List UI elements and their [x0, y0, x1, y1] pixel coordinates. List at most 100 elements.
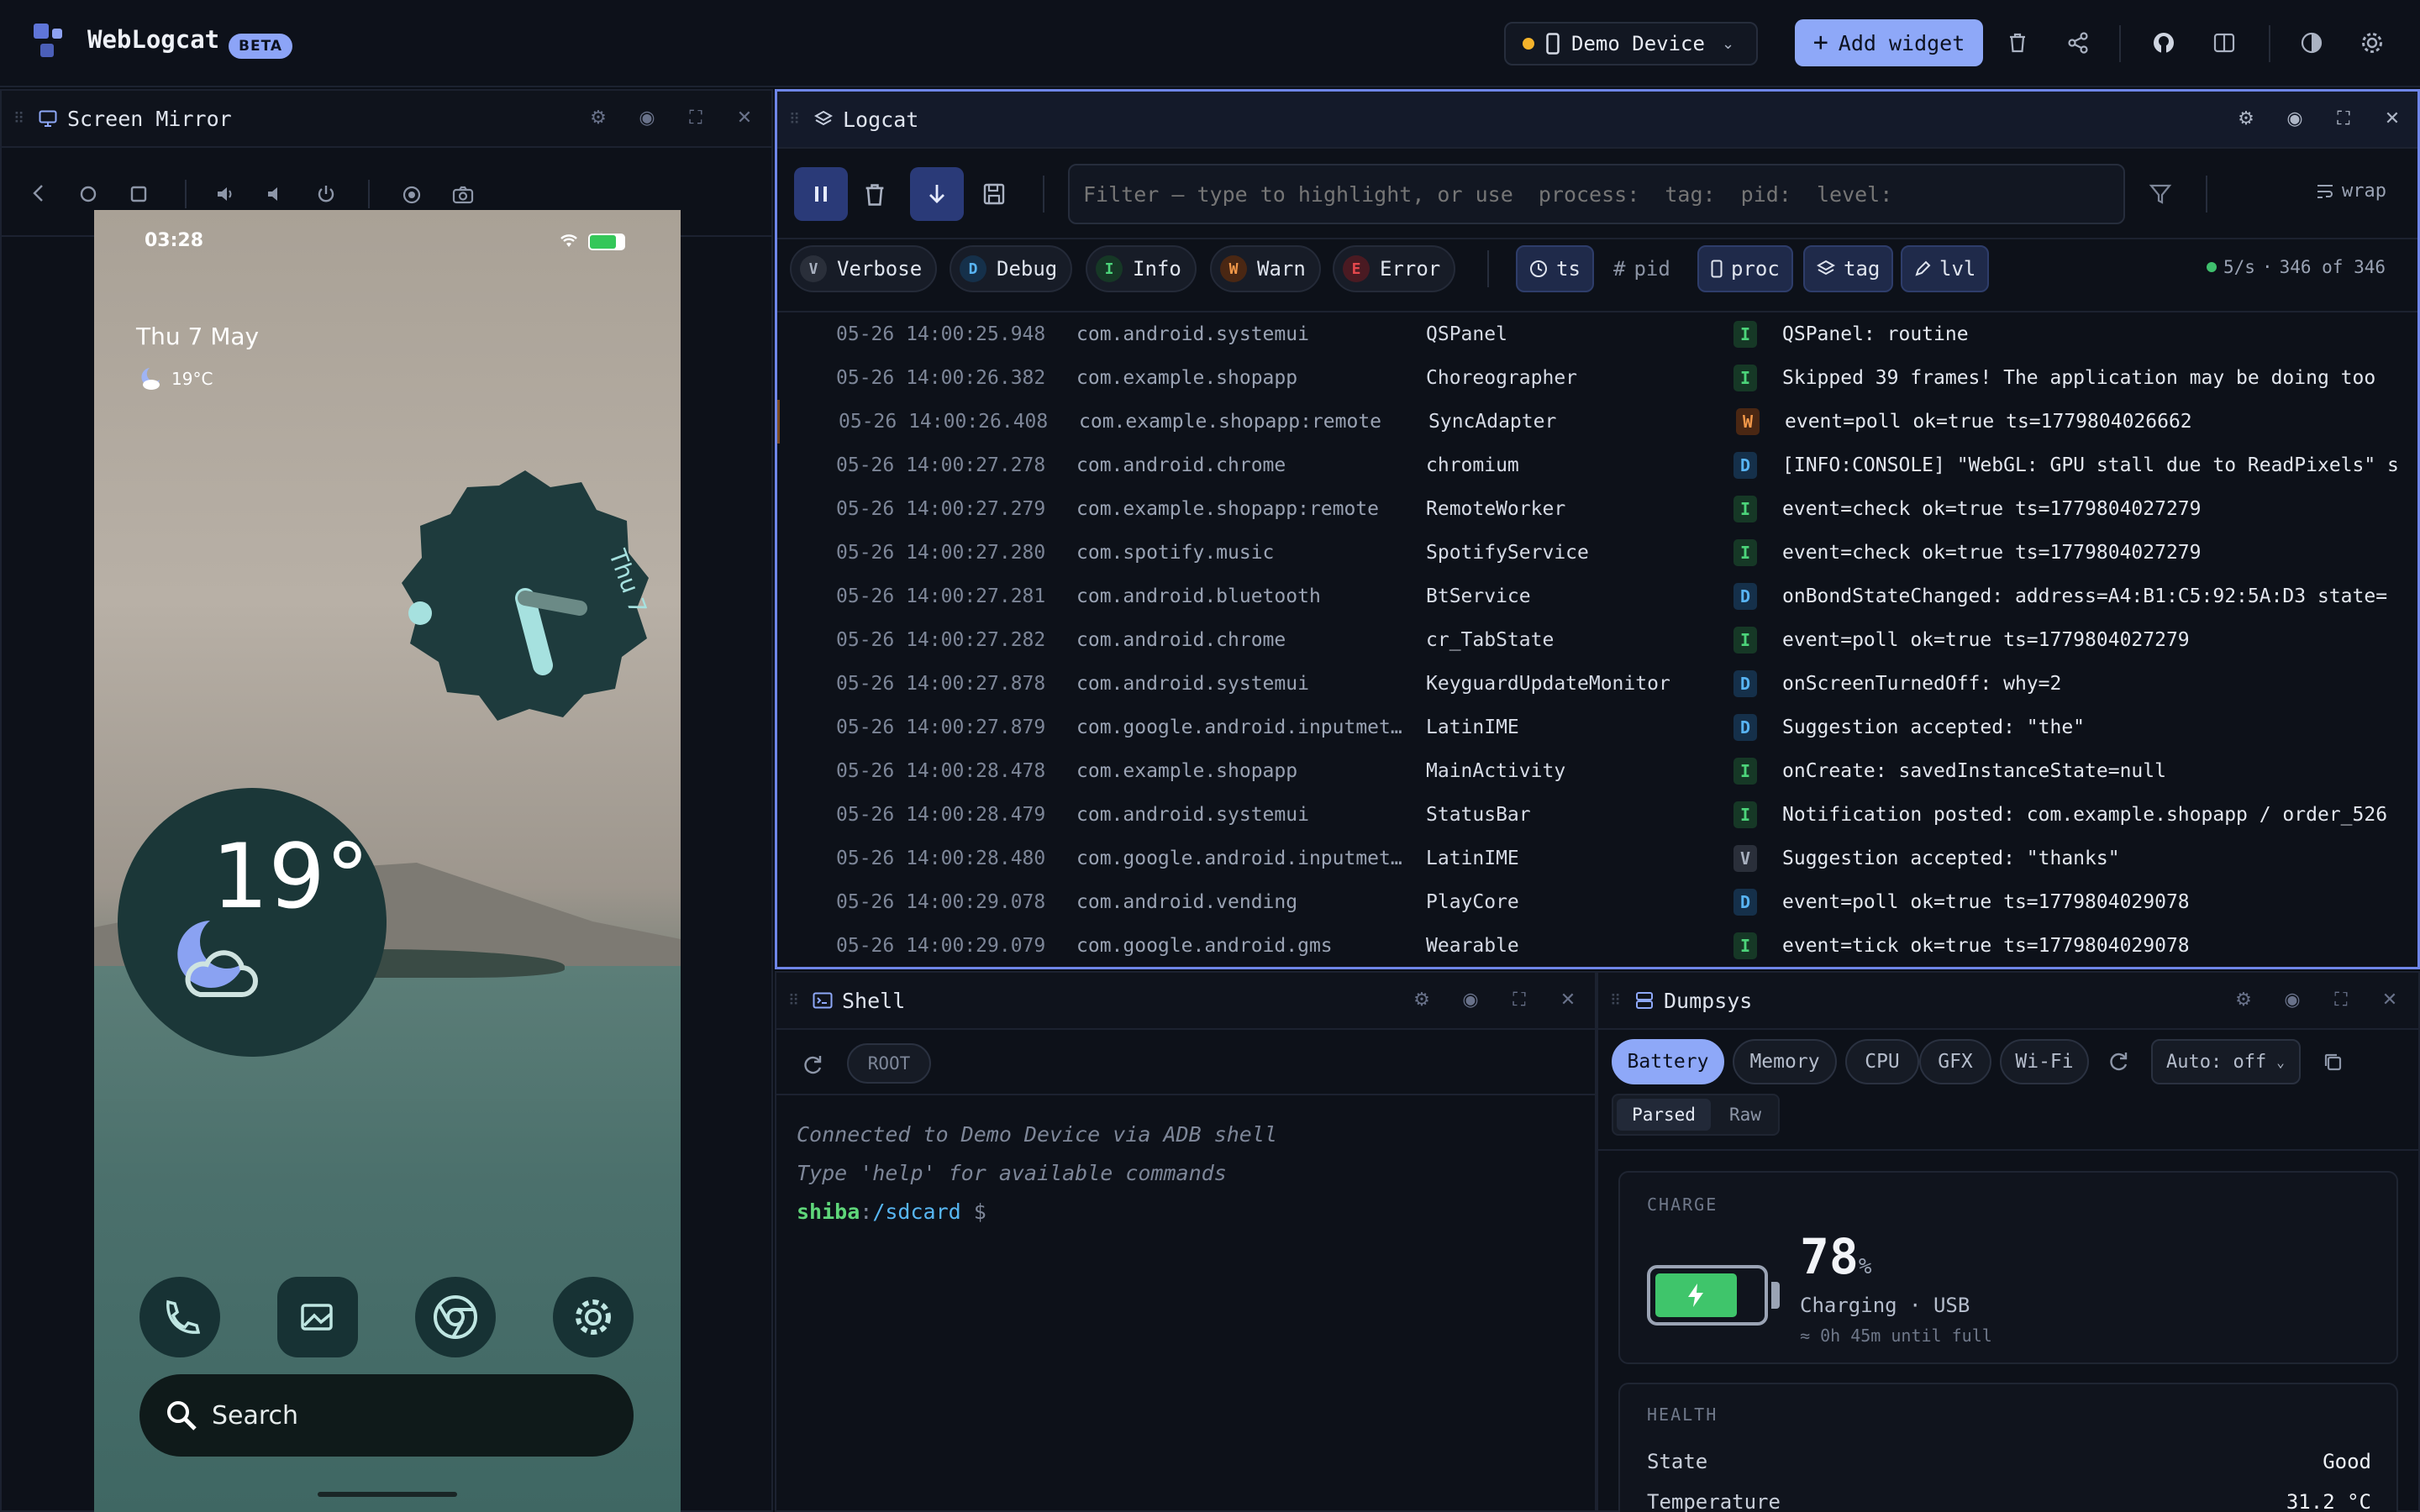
- wrap-button[interactable]: wrap: [2315, 181, 2386, 202]
- level-chip-debug[interactable]: D Debug: [950, 245, 1073, 292]
- search-bar[interactable]: Search: [139, 1374, 634, 1457]
- gear-icon[interactable]: ⚙: [2236, 108, 2256, 129]
- pause-button[interactable]: [794, 167, 848, 221]
- recents-icon[interactable]: [129, 185, 148, 203]
- log-row[interactable]: 05-26 14:00:26.382 com.example.shopapp Cho…: [777, 356, 2417, 400]
- log-row[interactable]: 05-26 14:00:29.079 com.google.android.gms…: [777, 924, 2417, 966]
- log-message: event=poll ok=true ts=1779804027279: [1782, 629, 2190, 651]
- log-process: com.google.android.gms: [1076, 935, 1333, 957]
- device-selector[interactable]: Demo Device ⌄: [1504, 22, 1758, 66]
- log-row[interactable]: 05-26 14:00:28.479 com.android.systemui St…: [777, 793, 2417, 837]
- volume-down-icon[interactable]: [266, 185, 284, 203]
- log-process: com.android.vending: [1076, 891, 1298, 913]
- log-row[interactable]: 05-26 14:00:29.078 com.android.vending Pla…: [777, 880, 2417, 924]
- eye-icon[interactable]: ◉: [1460, 990, 1481, 1011]
- github-icon[interactable]: [2151, 30, 2176, 55]
- dumpsys-tab-battery[interactable]: Battery: [1612, 1039, 1724, 1084]
- level-chip-verbose[interactable]: V Verbose: [790, 245, 938, 292]
- column-toggle-tag[interactable]: tag: [1803, 245, 1894, 292]
- drag-handle-icon[interactable]: ⠿: [13, 110, 29, 128]
- split-view-icon[interactable]: [2212, 30, 2237, 55]
- filter-icon[interactable]: [2149, 182, 2172, 206]
- log-list[interactable]: 05-26 14:00:25.948 com.android.systemui QS…: [777, 311, 2417, 966]
- refresh-icon[interactable]: [802, 1053, 823, 1075]
- maximize-icon[interactable]: ⛶: [1509, 990, 1529, 1011]
- trash-icon[interactable]: [2005, 30, 2030, 55]
- log-row[interactable]: 05-26 14:00:25.948 com.android.systemui QS…: [777, 312, 2417, 356]
- divider: [1598, 1149, 2418, 1151]
- close-icon[interactable]: ✕: [734, 108, 755, 129]
- log-row[interactable]: 05-26 14:00:27.879 com.google.android.inp…: [777, 706, 2417, 749]
- maximize-icon[interactable]: ⛶: [2333, 108, 2354, 129]
- eye-icon[interactable]: ◉: [637, 108, 657, 129]
- auto-refresh-select[interactable]: Auto: off ⌄: [2151, 1039, 2301, 1084]
- record-icon[interactable]: [402, 185, 422, 205]
- power-icon[interactable]: [316, 183, 336, 205]
- log-message: [INFO:CONSOLE] "WebGL: GPU stall due to …: [1782, 454, 2399, 476]
- column-toggle-lvl[interactable]: lvl: [1901, 245, 1990, 292]
- close-icon[interactable]: ✕: [2380, 990, 2400, 1011]
- eye-icon[interactable]: ◉: [2282, 990, 2302, 1011]
- copy-icon[interactable]: [2323, 1052, 2343, 1072]
- refresh-icon[interactable]: [2107, 1050, 2129, 1072]
- weather-small: 19°C: [136, 365, 213, 393]
- log-tag: MainActivity: [1426, 760, 1566, 782]
- add-widget-button[interactable]: + Add widget: [1795, 19, 1983, 66]
- level-chip-error[interactable]: E Error: [1333, 245, 1456, 292]
- filter-input[interactable]: [1068, 164, 2125, 224]
- drag-handle-icon[interactable]: ⠿: [788, 992, 803, 1010]
- clear-trash-icon[interactable]: [863, 182, 886, 207]
- save-icon[interactable]: [982, 182, 1006, 206]
- share-icon[interactable]: [2065, 30, 2091, 55]
- home-icon[interactable]: [79, 185, 97, 203]
- chevron-down-icon: ⌄: [2276, 1053, 2285, 1070]
- volume-up-icon[interactable]: [215, 185, 235, 203]
- theme-toggle-icon[interactable]: [2299, 30, 2324, 55]
- log-tag: KeyguardUpdateMonitor: [1426, 673, 1670, 695]
- gear-icon[interactable]: ⚙: [1412, 990, 1432, 1011]
- gear-icon[interactable]: ⚙: [2233, 990, 2254, 1011]
- level-chip-info[interactable]: I Info: [1086, 245, 1197, 292]
- phone-app-icon[interactable]: [139, 1277, 220, 1357]
- eye-icon[interactable]: ◉: [2285, 108, 2305, 129]
- log-row[interactable]: 05-26 14:00:27.278 com.android.chrome chro…: [777, 444, 2417, 487]
- dumpsys-tab-memory[interactable]: Memory: [1733, 1039, 1837, 1084]
- level-chip-warn[interactable]: W Warn: [1210, 245, 1321, 292]
- dumpsys-tab-gfx[interactable]: GFX: [1919, 1039, 1991, 1084]
- server-icon: [1634, 990, 1655, 1011]
- camera-icon[interactable]: [452, 185, 474, 205]
- dumpsys-tab-wifi[interactable]: Wi-Fi: [2000, 1039, 2089, 1084]
- settings-app-icon[interactable]: [553, 1277, 634, 1357]
- gear-icon[interactable]: ⚙: [588, 108, 608, 129]
- clock-widget[interactable]: Thu 7: [395, 464, 655, 724]
- close-icon[interactable]: ✕: [1558, 990, 1578, 1011]
- column-toggle-ts[interactable]: ts: [1516, 245, 1594, 292]
- view-parsed[interactable]: Parsed: [1617, 1099, 1711, 1131]
- log-row[interactable]: 05-26 14:00:27.282 com.android.chrome cr_T…: [777, 618, 2417, 662]
- drag-handle-icon[interactable]: ⠿: [789, 111, 804, 129]
- column-toggle-pid[interactable]: # pid: [1602, 245, 1682, 292]
- chrome-app-icon[interactable]: [415, 1277, 496, 1357]
- autoscroll-button[interactable]: [910, 167, 964, 221]
- gear-icon[interactable]: [2360, 30, 2385, 55]
- root-toggle[interactable]: ROOT: [847, 1043, 931, 1084]
- log-row[interactable]: 05-26 14:00:28.480 com.google.android.inp…: [777, 837, 2417, 880]
- back-icon[interactable]: [30, 183, 47, 203]
- device-screen[interactable]: 03:28 Thu 7 May 19°C Thu 7 19° Search: [94, 210, 681, 1512]
- log-row[interactable]: 05-26 14:00:27.279 com.example.shopapp:re…: [777, 487, 2417, 531]
- log-row[interactable]: 05-26 14:00:28.478 com.example.shopapp Mai…: [777, 749, 2417, 793]
- close-icon[interactable]: ✕: [2382, 108, 2402, 129]
- log-row[interactable]: 05-26 14:00:27.878 com.android.systemui Ke…: [777, 662, 2417, 706]
- maximize-icon[interactable]: ⛶: [2331, 990, 2351, 1011]
- dumpsys-tab-cpu[interactable]: CPU: [1845, 1039, 1919, 1084]
- view-raw[interactable]: Raw: [1714, 1099, 1776, 1131]
- maximize-icon[interactable]: ⛶: [686, 108, 706, 129]
- shell-output[interactable]: Connected to Demo Device via ADB shell T…: [797, 1116, 1277, 1231]
- gallery-app-icon[interactable]: [277, 1277, 358, 1357]
- drag-handle-icon[interactable]: ⠿: [1610, 992, 1625, 1010]
- column-toggle-proc[interactable]: proc: [1697, 245, 1793, 292]
- log-row[interactable]: 05-26 14:00:27.281 com.android.bluetooth B…: [777, 575, 2417, 618]
- log-row[interactable]: 05-26 14:00:26.408 com.example.shopapp:re…: [777, 400, 2417, 444]
- divider: [185, 180, 187, 208]
- log-row[interactable]: 05-26 14:00:27.280 com.spotify.music Spoti…: [777, 531, 2417, 575]
